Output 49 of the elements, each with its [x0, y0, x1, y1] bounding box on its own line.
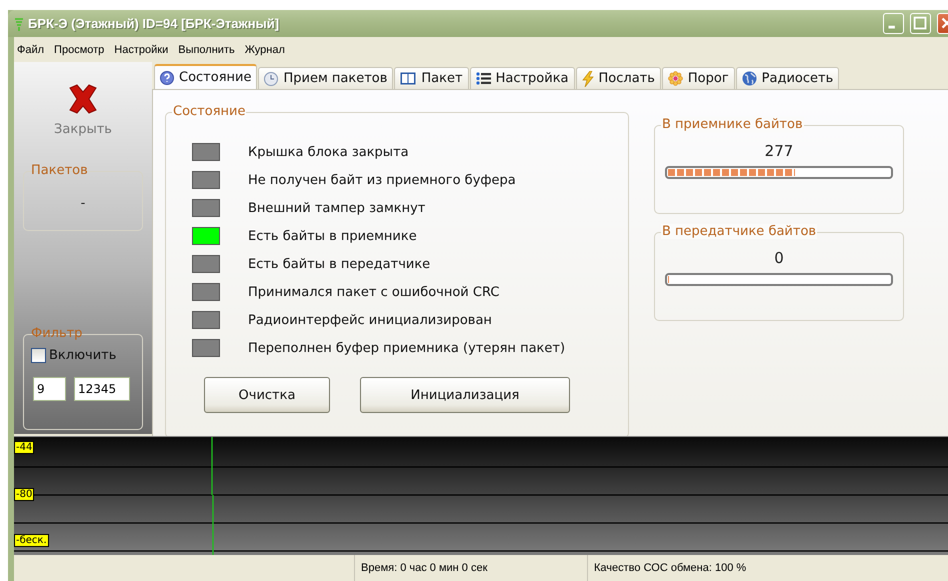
globe-icon [742, 71, 757, 86]
menu-item[interactable]: Просмотр [54, 44, 104, 56]
byte-count: 277 [764, 141, 794, 162]
menu-item[interactable]: Файл [17, 44, 44, 56]
checkbox[interactable] [31, 348, 46, 363]
tab[interactable]: Состояние [154, 64, 258, 89]
byte-count: 0 [773, 248, 785, 269]
indicator-label: Принимался пакет с ошибочной CRC [248, 284, 500, 300]
menu-item[interactable]: Настройки [114, 44, 168, 56]
indicator-label: Не получен байт из приемного буфера [248, 172, 516, 188]
signal-icon [14, 16, 24, 30]
tab[interactable]: Прием пакетов [258, 67, 394, 89]
status-text: Качество СОС обмена: 100 % [587, 555, 900, 581]
clock-icon [264, 72, 278, 86]
status-text: Время: 0 час 0 мин 0 сек [354, 555, 587, 581]
indicator-label: Внешний тампер замкнут [248, 200, 426, 216]
menu-item[interactable]: Выполнить [178, 44, 235, 56]
input-field[interactable]: 9 [33, 377, 66, 401]
input-field[interactable]: 12345 [74, 377, 130, 401]
indicator-label: Есть байты в приемнике [248, 228, 417, 244]
scale-label: -беск. [14, 534, 49, 547]
flower-icon [668, 71, 683, 86]
tab[interactable]: Радиосеть [736, 67, 840, 89]
tab[interactable]: Порог [662, 67, 735, 89]
tab[interactable]: Пакет [394, 67, 469, 89]
list-icon [476, 72, 491, 85]
indicator-label: Радиоинтерфейс инициализирован [248, 312, 492, 328]
indicator-label: Переполнен буфер приемника (утерян пакет) [248, 340, 566, 356]
tab[interactable]: Послать [576, 67, 661, 89]
packet-count: - [80, 195, 86, 211]
scale-label: -44 [14, 441, 34, 454]
checkbox-label: Включить [49, 348, 116, 363]
scale-label: -80 [14, 488, 34, 501]
group-title: Фильтр [30, 326, 84, 341]
maximize-button[interactable] [910, 13, 931, 34]
clear-button[interactable]: Очистка [204, 377, 330, 413]
tab[interactable]: Настройка [470, 67, 575, 89]
window-title: БРК-Э (Этажный) ID=94 [БРК-Этажный] [28, 16, 280, 31]
group-title: В приемнике байтов [661, 117, 804, 132]
menu-item[interactable]: Журнал [244, 44, 285, 56]
group-title: Пакетов [30, 163, 89, 178]
minimize-button[interactable] [883, 13, 904, 34]
lightning-icon [582, 70, 594, 86]
help-icon [160, 70, 174, 84]
group-title: В передатчике байтов [661, 224, 818, 239]
indicator-label: Крышка блока закрыта [248, 144, 409, 160]
init-button[interactable]: Инициализация [360, 377, 570, 413]
book-icon [400, 72, 416, 85]
indicator-label: Есть байты в передатчике [248, 256, 430, 272]
